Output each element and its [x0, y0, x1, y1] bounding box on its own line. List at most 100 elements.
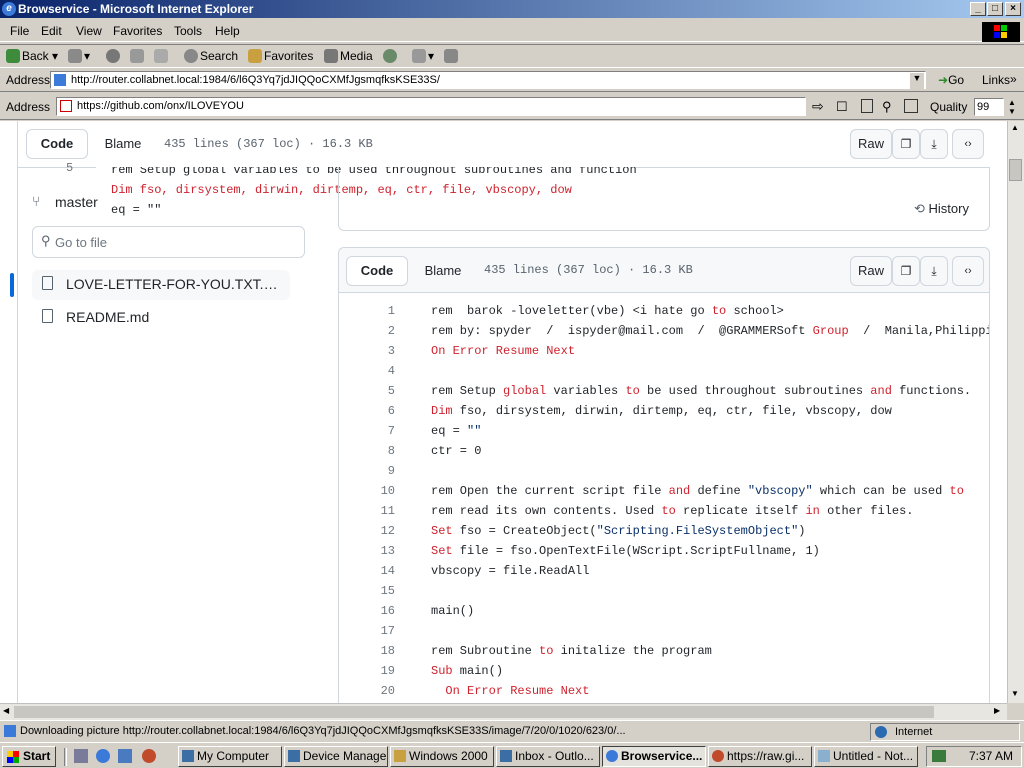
- vertical-scroll-thumb[interactable]: [1009, 159, 1022, 181]
- line-number[interactable]: 7: [339, 421, 395, 441]
- line-number[interactable]: 18: [339, 641, 395, 661]
- task-device-manager[interactable]: Device Manager: [284, 746, 388, 767]
- vertical-scrollbar[interactable]: ▲ ▼: [1007, 121, 1024, 703]
- sticky-tab-code[interactable]: Code: [26, 129, 88, 159]
- minimize-button[interactable]: _: [970, 2, 986, 16]
- commit-box: [338, 167, 990, 231]
- line-number[interactable]: 6: [339, 401, 395, 421]
- horizontal-scrollbar[interactable]: ◀ ▶: [0, 703, 1007, 720]
- links-chevron-icon[interactable]: »: [1010, 72, 1017, 86]
- line-number[interactable]: 20: [339, 681, 395, 701]
- line-text: On Error Resume Next: [431, 681, 589, 701]
- symbols-icon[interactable]: ‹›: [952, 256, 984, 286]
- line-number[interactable]: 10: [339, 481, 395, 501]
- line-text: rem barok -loveletter(vbe) <i hate go to…: [431, 301, 784, 321]
- sticky-symbols-icon[interactable]: ‹›: [952, 129, 984, 159]
- scroll-left-icon[interactable]: ◀: [3, 706, 9, 715]
- line-number[interactable]: 9: [339, 461, 395, 481]
- sticky-download-icon[interactable]: ⤓: [920, 129, 948, 159]
- line-number[interactable]: 5: [339, 381, 395, 401]
- forward-button[interactable]: ▾: [68, 49, 90, 63]
- browservice-url-input[interactable]: https://github.com/onx/ILOVEYOU: [56, 97, 806, 116]
- history-link[interactable]: ⟲ History: [914, 201, 969, 217]
- media-button[interactable]: Media: [324, 49, 373, 63]
- menu-edit[interactable]: Edit: [41, 24, 62, 38]
- task-browservice[interactable]: Browservice...: [602, 746, 706, 767]
- menu-help[interactable]: Help: [215, 24, 240, 38]
- download-icon[interactable]: ⤓: [920, 256, 948, 286]
- task-raw-github[interactable]: https://raw.gi...: [708, 746, 812, 767]
- refresh-button[interactable]: [130, 49, 146, 63]
- branch-selector[interactable]: master: [55, 194, 98, 210]
- line-text: ctr = 0: [431, 441, 481, 461]
- history-toolbar-button[interactable]: [383, 49, 399, 63]
- navigate-go-icon[interactable]: ⇨: [812, 98, 824, 115]
- find-icon[interactable]: ⚲: [882, 99, 892, 115]
- home-button[interactable]: [154, 49, 170, 63]
- quick-launch-outlook-icon[interactable]: [118, 749, 132, 763]
- sticky-tab-blame[interactable]: Blame: [90, 129, 156, 159]
- line-number[interactable]: 3: [339, 341, 395, 361]
- copy-icon[interactable]: ❐: [892, 256, 920, 286]
- line-number[interactable]: 4: [339, 361, 395, 381]
- go-to-file-input[interactable]: ⚲ Go to file: [32, 226, 305, 258]
- line-number[interactable]: 17: [339, 621, 395, 641]
- scroll-right-icon[interactable]: ▶: [994, 706, 1000, 715]
- bookmark-icon[interactable]: ☐: [836, 99, 848, 115]
- stop-button[interactable]: [106, 49, 122, 63]
- mail-button[interactable]: ▾: [412, 49, 434, 63]
- print-button[interactable]: [444, 49, 460, 63]
- close-button[interactable]: ×: [1005, 2, 1021, 16]
- task-inbox[interactable]: Inbox - Outlo...: [496, 746, 600, 767]
- quality-input[interactable]: 99: [974, 98, 1004, 116]
- bookmarks-list-icon[interactable]: [861, 99, 873, 113]
- address-dropdown-button[interactable]: ▼: [910, 73, 924, 89]
- maximize-button[interactable]: □: [987, 2, 1003, 16]
- line-number[interactable]: 8: [339, 441, 395, 461]
- address-input[interactable]: http://router.collabnet.local:1984/6/l6Q…: [50, 71, 926, 89]
- scroll-up-icon[interactable]: ▲: [1011, 123, 1019, 132]
- raw-button[interactable]: Raw: [850, 256, 892, 286]
- menu-file[interactable]: File: [10, 24, 29, 38]
- line-number[interactable]: 15: [339, 581, 395, 601]
- media-icon: [324, 49, 338, 63]
- line-number[interactable]: 16: [339, 601, 395, 621]
- sticky-raw-button[interactable]: Raw: [850, 129, 892, 159]
- links-button[interactable]: Links: [982, 73, 1010, 87]
- horizontal-scroll-thumb[interactable]: [14, 706, 934, 718]
- start-button[interactable]: Start: [2, 746, 56, 767]
- menu-view[interactable]: View: [76, 24, 102, 38]
- line-number[interactable]: 12: [339, 521, 395, 541]
- sticky-copy-icon[interactable]: ❐: [892, 129, 920, 159]
- quick-launch-ie-icon[interactable]: [96, 749, 110, 763]
- status-text: Downloading picture http://router.collab…: [20, 725, 626, 737]
- line-number[interactable]: 2: [339, 321, 395, 341]
- task-notepad[interactable]: Untitled - Not...: [814, 746, 918, 767]
- file-tree-item-love-letter[interactable]: LOVE-LETTER-FOR-YOU.TXT.…: [32, 270, 290, 300]
- back-button[interactable]: Back ▾: [6, 49, 58, 63]
- task-windows-2000[interactable]: Windows 2000: [390, 746, 494, 767]
- line-text: rem read its own contents. Used to repli…: [431, 501, 914, 521]
- task-my-computer[interactable]: My Computer: [178, 746, 282, 767]
- tab-code[interactable]: Code: [346, 256, 408, 286]
- scroll-down-icon[interactable]: ▼: [1011, 689, 1019, 698]
- quick-launch-firefox-icon[interactable]: [142, 749, 156, 763]
- line-number[interactable]: 19: [339, 661, 395, 681]
- line-number[interactable]: 13: [339, 541, 395, 561]
- computer-icon: [182, 750, 194, 762]
- line-number[interactable]: 14: [339, 561, 395, 581]
- network-icon[interactable]: [932, 750, 946, 762]
- line-number[interactable]: 1: [339, 301, 395, 321]
- menu-tools[interactable]: Tools: [174, 24, 202, 38]
- search-button[interactable]: Search: [184, 49, 238, 63]
- tab-blame[interactable]: Blame: [410, 256, 476, 286]
- show-desktop-icon[interactable]: [74, 749, 88, 763]
- menu-favorites[interactable]: Favorites: [113, 24, 162, 38]
- quality-spinner[interactable]: ▲ ▼: [1005, 98, 1019, 116]
- line-number[interactable]: 11: [339, 501, 395, 521]
- insecure-icon: [60, 100, 72, 112]
- file-tree-item-readme[interactable]: README.md: [32, 302, 290, 332]
- favorites-button[interactable]: Favorites: [248, 49, 313, 63]
- go-button[interactable]: ➜Go: [938, 73, 964, 87]
- clipboard-icon[interactable]: [904, 99, 918, 113]
